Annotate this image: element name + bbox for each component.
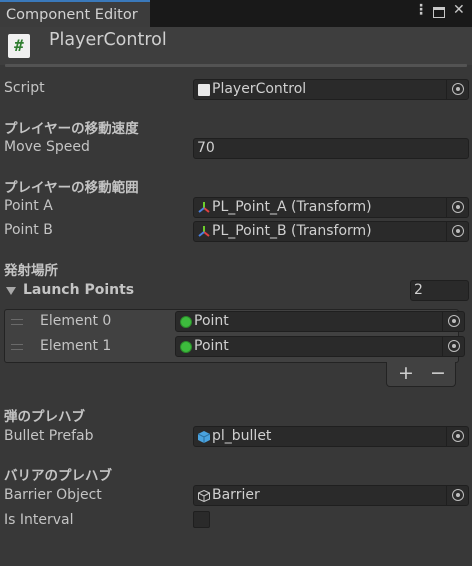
script-hash-icon: # bbox=[8, 34, 30, 58]
element-0-label: Element 0 bbox=[40, 313, 112, 329]
script-label: Script bbox=[4, 80, 45, 96]
element-1-field[interactable]: Point bbox=[175, 336, 465, 357]
section-header-barrier: バリアのプレハブ bbox=[4, 468, 112, 484]
is-interval-label: Is Interval bbox=[4, 512, 74, 528]
object-picker-icon[interactable] bbox=[442, 312, 464, 331]
object-picker-icon[interactable] bbox=[446, 80, 468, 99]
script-file-icon bbox=[198, 84, 210, 96]
maximize-icon[interactable] bbox=[433, 7, 445, 18]
object-picker-icon[interactable] bbox=[446, 198, 468, 217]
add-element-button[interactable]: + bbox=[398, 362, 414, 384]
script-value: PlayerControl bbox=[212, 81, 307, 97]
list-footer: + − bbox=[386, 362, 456, 387]
is-interval-checkbox[interactable] bbox=[193, 511, 210, 528]
gameobject-dot-icon bbox=[180, 316, 192, 328]
transform-icon bbox=[198, 202, 210, 213]
drag-handle-icon[interactable] bbox=[11, 319, 23, 325]
object-picker-icon[interactable] bbox=[446, 427, 468, 446]
header-separator bbox=[5, 64, 467, 67]
point-a-label: Point A bbox=[4, 198, 53, 214]
point-b-label: Point B bbox=[4, 222, 53, 238]
bullet-prefab-field[interactable]: pl_bullet bbox=[193, 426, 469, 447]
component-title: PlayerControl bbox=[49, 30, 167, 50]
object-picker-icon[interactable] bbox=[446, 222, 468, 241]
point-a-field[interactable]: PL_Point_A (Transform) bbox=[193, 197, 469, 218]
section-header-bullet: 弾のプレハブ bbox=[4, 409, 85, 425]
close-icon[interactable]: ✕ bbox=[453, 2, 465, 18]
launch-points-list: Element 0 Point Element 1 Point bbox=[4, 309, 465, 363]
object-picker-icon[interactable] bbox=[442, 337, 464, 356]
component-header: # PlayerControl bbox=[0, 27, 472, 65]
transform-icon bbox=[198, 226, 210, 237]
foldout-arrow-icon[interactable] bbox=[6, 287, 16, 295]
prefab-cube-icon bbox=[198, 431, 210, 443]
launch-points-count[interactable]: 2 bbox=[410, 280, 469, 301]
gameobject-cube-icon bbox=[198, 490, 210, 502]
move-speed-label: Move Speed bbox=[4, 139, 90, 155]
kebab-menu-icon[interactable]: ⋮ bbox=[414, 2, 428, 18]
section-header-speed: プレイヤーの移動速度 bbox=[4, 121, 139, 137]
gameobject-dot-icon bbox=[180, 341, 192, 353]
tab-label: Component Editor bbox=[6, 7, 138, 23]
tab-component-editor[interactable]: Component Editor bbox=[0, 0, 150, 27]
drag-handle-icon[interactable] bbox=[11, 344, 23, 350]
launch-points-count-value: 2 bbox=[414, 282, 423, 298]
bullet-prefab-value: pl_bullet bbox=[212, 428, 272, 444]
point-a-value: PL_Point_A (Transform) bbox=[212, 199, 372, 215]
element-0-field[interactable]: Point bbox=[175, 311, 465, 332]
window-tab-bar: Component Editor ⋮ ✕ bbox=[0, 0, 472, 27]
section-header-launch: 発射場所 bbox=[4, 263, 58, 279]
barrier-object-value: Barrier bbox=[212, 487, 260, 503]
script-field[interactable]: PlayerControl bbox=[193, 79, 469, 100]
element-0-value: Point bbox=[194, 313, 229, 329]
element-1-value: Point bbox=[194, 338, 229, 354]
element-1-label: Element 1 bbox=[40, 338, 112, 354]
remove-element-button[interactable]: − bbox=[430, 362, 446, 384]
barrier-object-field[interactable]: Barrier bbox=[193, 485, 469, 506]
bullet-prefab-label: Bullet Prefab bbox=[4, 428, 94, 444]
launch-points-label[interactable]: Launch Points bbox=[23, 282, 134, 298]
point-b-field[interactable]: PL_Point_B (Transform) bbox=[193, 221, 469, 242]
move-speed-value: 70 bbox=[197, 140, 215, 156]
object-picker-icon[interactable] bbox=[446, 486, 468, 505]
barrier-object-label: Barrier Object bbox=[4, 487, 102, 503]
section-header-range: プレイヤーの移動範囲 bbox=[4, 180, 139, 196]
move-speed-input[interactable]: 70 bbox=[193, 138, 469, 159]
point-b-value: PL_Point_B (Transform) bbox=[212, 223, 372, 239]
